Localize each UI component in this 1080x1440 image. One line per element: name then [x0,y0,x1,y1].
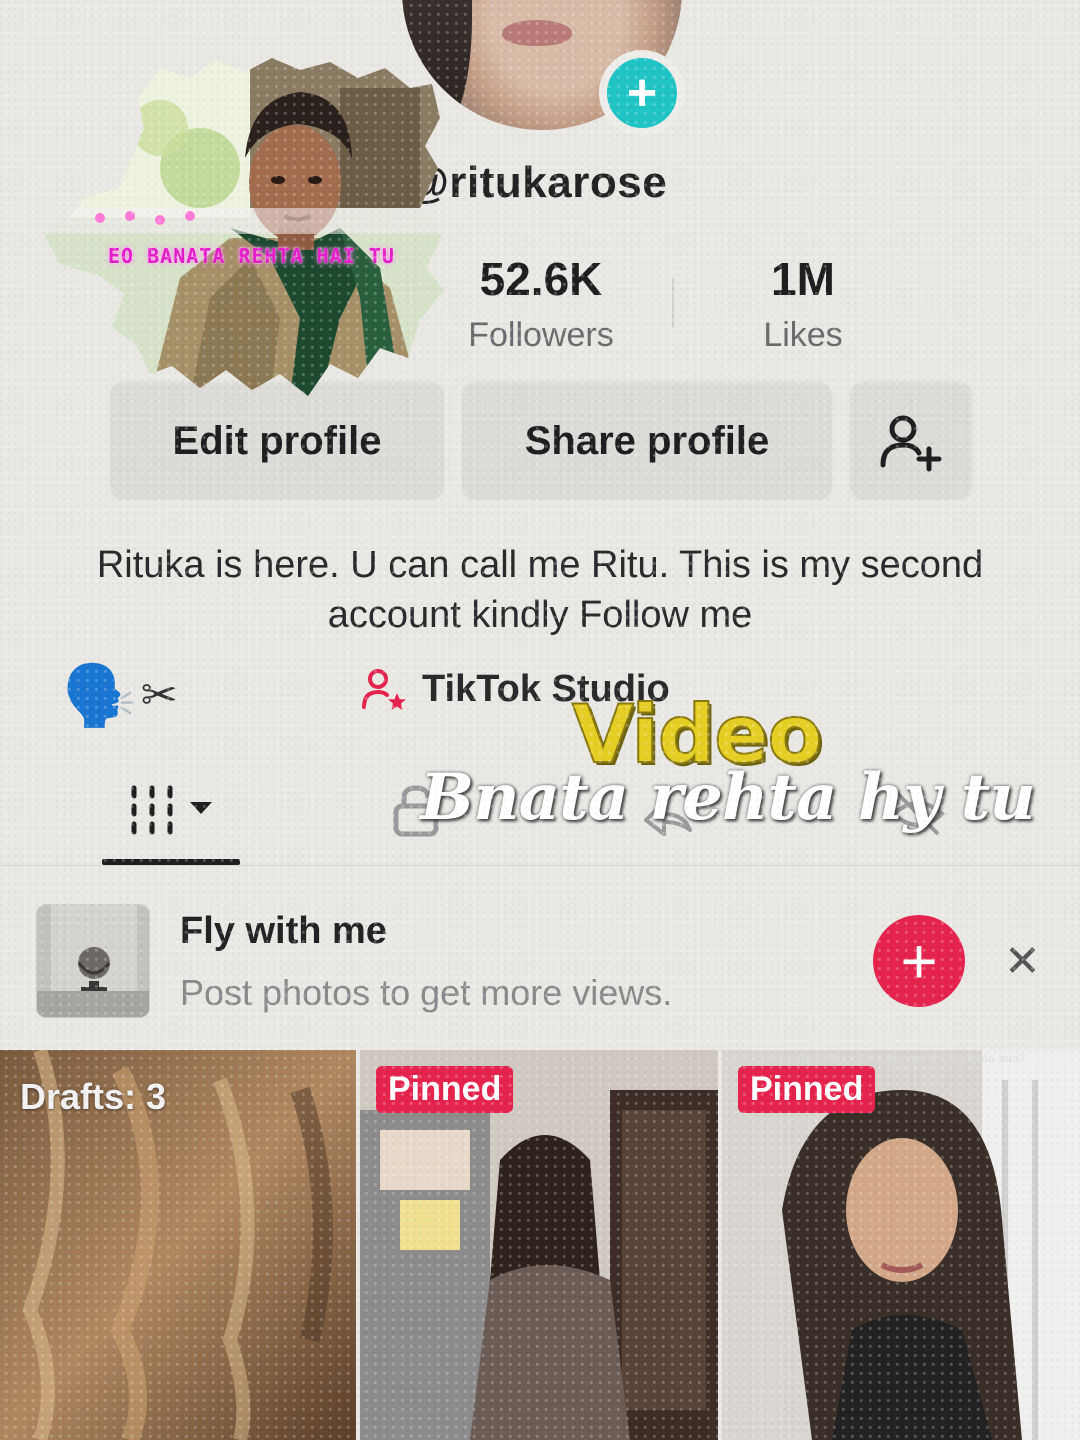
studio-person-star-icon [362,669,406,710]
video-tile-pinned-1[interactable]: Pinned [360,1050,718,1440]
profile-bio: Rituka is here. U can call me Ritu. This… [96,544,984,636]
overlay-caption-text: Bnata rehta hy tu [420,760,1036,835]
add-person-icon [880,415,942,472]
chevron-down-icon [190,802,212,814]
edit-profile-button[interactable]: Edit profile [108,380,446,502]
suggestion-title: Fly with me [180,910,387,952]
stats-divider [672,278,674,328]
tabs-divider [0,865,1080,866]
post-photo-plus-button[interactable]: + [873,915,965,1007]
pinned-badge: Pinned [376,1066,514,1113]
likes-stat[interactable]: 1M Likes [735,252,871,355]
globe-decor-image [37,905,149,1017]
meme-sticker-image [42,58,444,396]
pinned-badge: Pinned [738,1066,876,1113]
add-story-plus-icon[interactable]: + [599,50,685,136]
video-tile-drafts[interactable]: Drafts: 3 [0,1050,356,1440]
grid-icon [131,785,212,835]
add-friends-button[interactable] [848,380,974,502]
scissors-icon: ✂ [140,671,178,720]
drafts-label: Drafts: 3 [20,1076,167,1117]
emoji-row: 🗣️ ✂ [62,660,178,731]
video-caption-text: Ap k khayal me kia me shadi shuda hun? [798,1052,1026,1065]
suggestion-thumbnail [36,904,150,1018]
tab-videos[interactable] [128,782,218,842]
likes-count: 1M [771,253,835,305]
likes-label: Likes [763,316,843,354]
avatar-lips [502,20,572,46]
suggestion-subtitle: Post photos to get more views. [180,972,673,1013]
share-profile-button[interactable]: Share profile [460,380,834,502]
meme-sticker [40,58,480,398]
meme-sticker-caption: EO BANATA REHTA HAI TU [108,244,395,268]
video-tile-pinned-2[interactable]: Ap k khayal me kia me shadi shuda hun? P… [722,1050,1080,1440]
speaking-head-icon: 🗣️ [62,662,137,729]
close-icon[interactable]: ✕ [1004,936,1041,987]
